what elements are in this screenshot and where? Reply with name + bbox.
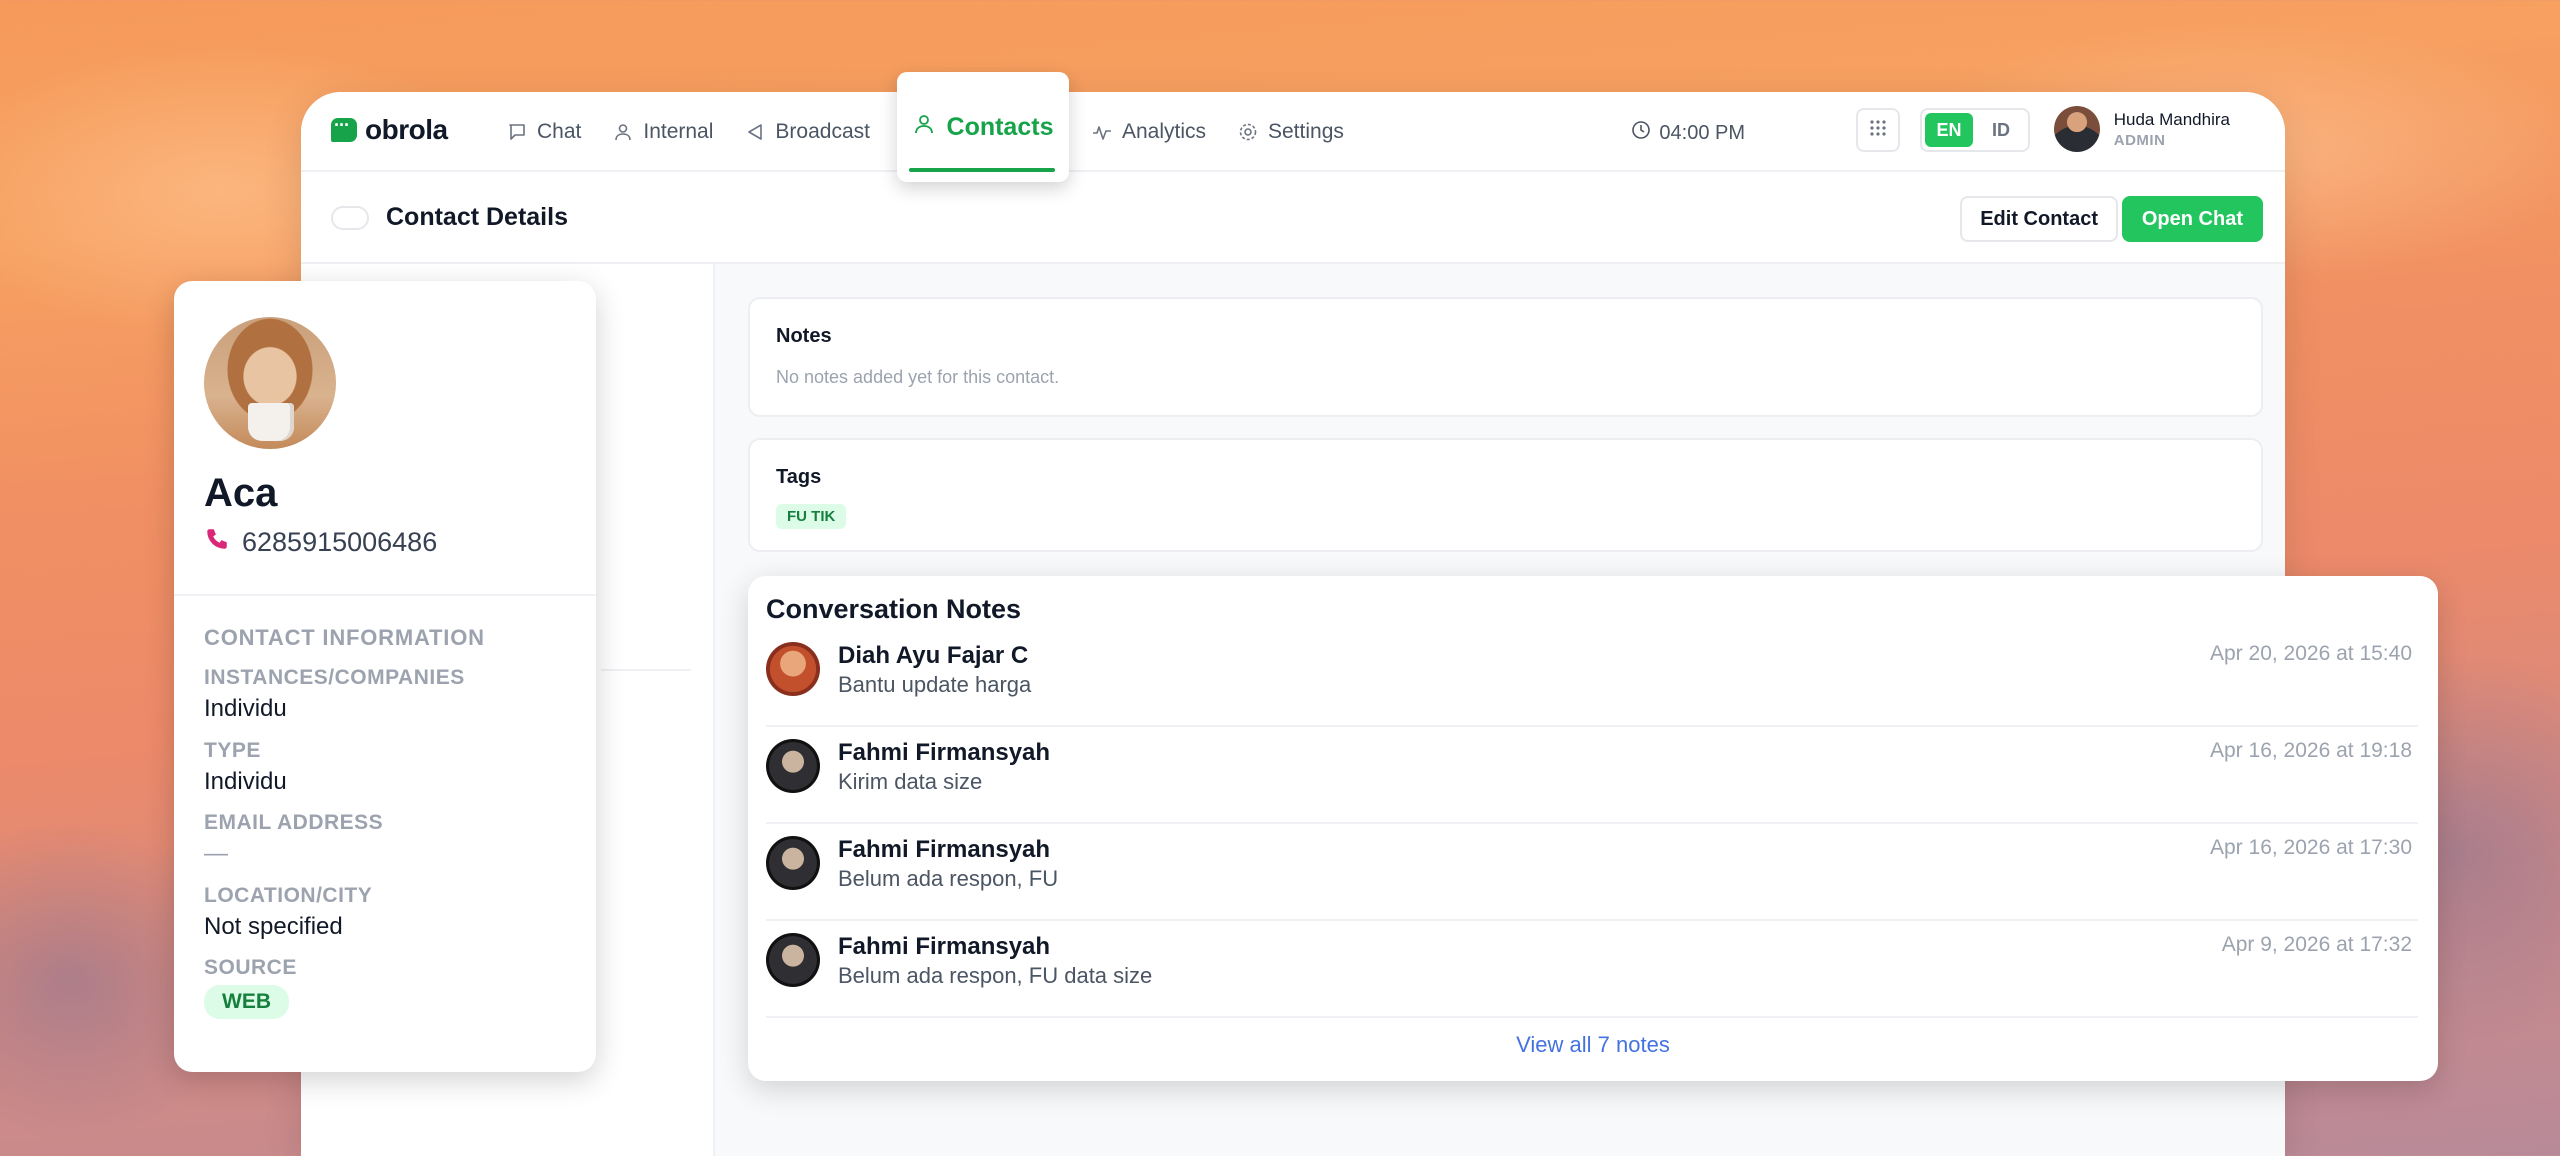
app-logo[interactable]: obrola [331, 114, 448, 146]
notes-card: Notes No notes added yet for this contac… [748, 297, 2263, 417]
top-navigation-bar: obrola Chat Internal Broadcast [301, 92, 2285, 172]
notes-title: Notes [776, 325, 832, 347]
note-text: Kirim data size [838, 769, 983, 794]
lang-id-button[interactable]: ID [1977, 113, 2025, 147]
tags-card: Tags FU TIK [748, 438, 2263, 552]
note-author: Fahmi Firmansyah [838, 933, 1051, 960]
field-label-type: TYPE [204, 739, 261, 762]
avatar [766, 642, 820, 696]
nav-item-broadcast[interactable]: Broadcast [729, 92, 886, 172]
contact-avatar [204, 317, 336, 449]
note-author: Fahmi Firmansyah [838, 836, 1051, 863]
note-text: Belum ada respon, FU [838, 866, 1059, 891]
avatar [766, 836, 820, 890]
nav-item-internal[interactable]: Internal [597, 92, 729, 172]
field-label-source: SOURCE [204, 956, 297, 979]
gear-icon [1238, 122, 1258, 142]
page-title: Contact Details [386, 203, 568, 231]
nav-label: Contacts [946, 112, 1054, 141]
contact-info-heading: CONTACT INFORMATION [204, 625, 485, 650]
clock: 04:00 PM [1631, 120, 1745, 146]
nav-label: Settings [1268, 120, 1344, 143]
field-value-email: — [204, 840, 228, 867]
contact-phone[interactable]: 6285915006486 [204, 526, 437, 559]
list-item[interactable]: Diah Ayu Fajar C Bantu update harga Apr … [766, 630, 2418, 727]
view-all-notes-link[interactable]: View all 7 notes [748, 1032, 2438, 1058]
avatar [2053, 106, 2100, 152]
nav-label: Internal [643, 120, 714, 143]
note-time: Apr 16, 2026 at 17:30 [2210, 836, 2412, 859]
clock-icon [1631, 120, 1651, 146]
chat-bubble-icon [507, 122, 527, 142]
source-badge: WEB [204, 985, 289, 1019]
language-switcher: EN ID [1920, 108, 2030, 152]
divider [174, 594, 596, 596]
grid-icon [1869, 119, 1887, 142]
note-text: Bantu update harga [838, 672, 1032, 697]
contact-profile-card: Aca 6285915006486 CONTACT INFORMATION IN… [174, 281, 596, 1072]
note-text: Belum ada respon, FU data size [838, 963, 1153, 988]
divider [601, 669, 691, 671]
user-menu[interactable]: Huda Mandhira ADMIN [2053, 106, 2230, 152]
phone-icon [204, 526, 230, 559]
notes-empty-text: No notes added yet for this contact. [776, 367, 1060, 387]
avatar [766, 739, 820, 793]
avatar-photo-detail [248, 403, 294, 441]
logo-text: obrola [365, 114, 448, 145]
tag-chip[interactable]: FU TIK [776, 504, 847, 529]
sidebar-toggle[interactable] [331, 206, 369, 230]
person-icon [913, 113, 935, 142]
field-value-location: Not specified [204, 913, 343, 940]
contact-phone-number: 6285915006486 [242, 527, 438, 557]
list-item[interactable]: Fahmi Firmansyah Belum ada respon, FU da… [766, 921, 2418, 1018]
nav-item-settings[interactable]: Settings [1222, 92, 1360, 172]
user-role: ADMIN [2113, 131, 2166, 149]
note-author: Diah Ayu Fajar C [838, 642, 1029, 669]
nav-item-contacts[interactable]: Contacts [897, 72, 1069, 182]
contact-name: Aca [204, 471, 278, 515]
user-name: Huda Mandhira [2113, 109, 2230, 129]
field-value-company: Individu [204, 695, 287, 722]
note-time: Apr 20, 2026 at 15:40 [2210, 642, 2412, 665]
clock-time: 04:00 PM [1659, 121, 1745, 144]
list-item[interactable]: Fahmi Firmansyah Belum ada respon, FU Ap… [766, 824, 2418, 921]
note-time: Apr 9, 2026 at 17:32 [2221, 933, 2412, 956]
note-time: Apr 16, 2026 at 19:18 [2210, 739, 2412, 762]
logo-chat-icon [331, 115, 357, 142]
lang-en-button[interactable]: EN [1925, 113, 1973, 147]
user-icon [613, 122, 633, 142]
conversation-notes-card: Conversation Notes Diah Ayu Fajar C Bant… [748, 576, 2438, 1081]
conversation-notes-title: Conversation Notes [766, 594, 1022, 624]
avatar [766, 933, 820, 987]
page-header: Contact Details Edit Contact Open Chat [301, 172, 2285, 264]
field-label-location: LOCATION/CITY [204, 884, 373, 907]
edit-contact-button[interactable]: Edit Contact [1960, 196, 2118, 242]
note-author: Fahmi Firmansyah [838, 739, 1051, 766]
megaphone-icon [745, 122, 765, 142]
nav-label: Broadcast [775, 120, 870, 143]
nav-item-chat[interactable]: Chat [491, 92, 597, 172]
activity-icon [1092, 122, 1112, 142]
nav-label: Chat [537, 120, 582, 143]
field-label-email: EMAIL ADDRESS [204, 811, 384, 834]
nav-item-analytics[interactable]: Analytics [1076, 92, 1222, 172]
list-item[interactable]: Fahmi Firmansyah Kirim data size Apr 16,… [766, 727, 2418, 824]
open-chat-button[interactable]: Open Chat [2121, 196, 2263, 242]
nav-label: Analytics [1121, 120, 1206, 143]
apps-grid-button[interactable] [1856, 108, 1900, 152]
field-label-company: INSTANCES/COMPANIES [204, 666, 465, 689]
field-value-type: Individu [204, 768, 287, 795]
tags-title: Tags [776, 466, 822, 488]
